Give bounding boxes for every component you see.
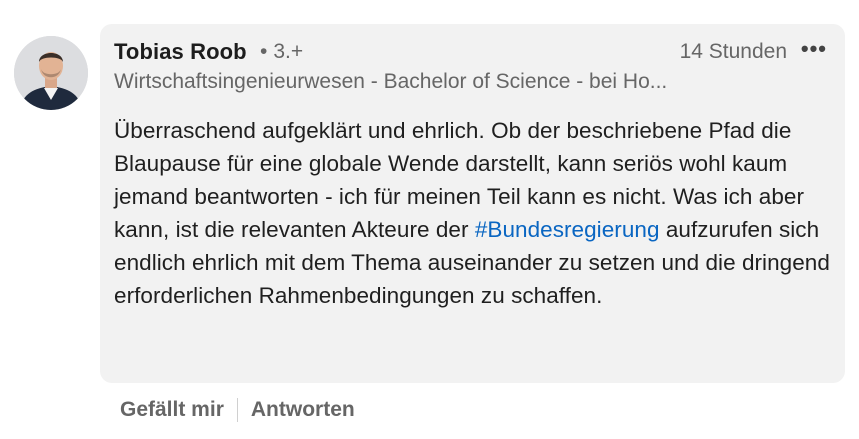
comment-actions: Gefällt mir Antworten: [120, 398, 355, 422]
like-button[interactable]: Gefällt mir: [120, 398, 224, 422]
comment-bubble: Tobias Roob • 3.+ 14 Stunden ••• Wirtscha…: [100, 24, 845, 383]
timestamp: 14 Stunden: [679, 40, 787, 63]
more-options-icon[interactable]: •••: [801, 36, 827, 62]
comment-thread: Tobias Roob • 3.+ 14 Stunden ••• Wirtscha…: [0, 0, 859, 439]
comment-text: Überraschend aufgeklärt und ehrlich. Ob …: [114, 114, 830, 312]
author-headline: Wirtschaftsingenieurwesen - Bachelor of …: [114, 70, 668, 93]
action-divider: [236, 398, 238, 422]
reply-button[interactable]: Antworten: [251, 398, 355, 422]
degree-separator: •: [260, 40, 268, 63]
avatar-photo-icon: [14, 36, 88, 110]
connection-degree: • 3.+: [260, 40, 303, 64]
avatar[interactable]: [14, 36, 88, 110]
author-name[interactable]: Tobias Roob: [114, 39, 247, 65]
hashtag-link[interactable]: #Bundesregierung: [475, 217, 660, 242]
degree-label: 3.+: [273, 40, 304, 63]
